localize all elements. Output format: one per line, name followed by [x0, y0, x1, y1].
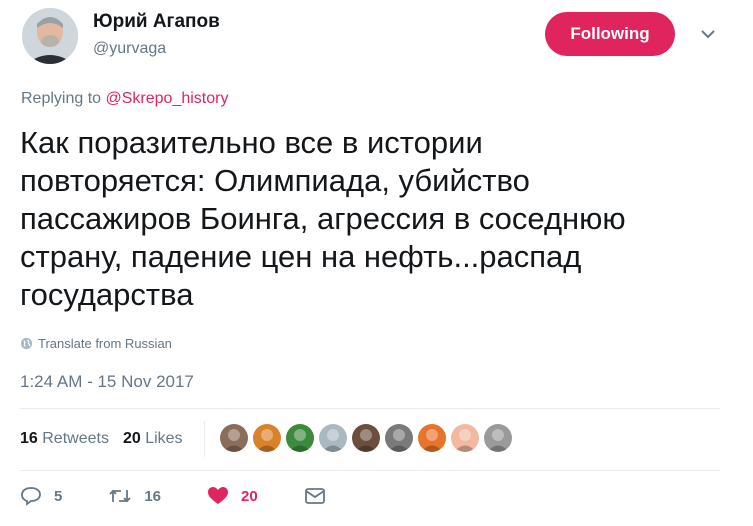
author-handle[interactable]: @yurvaga: [93, 40, 166, 58]
following-button[interactable]: Following: [545, 12, 675, 56]
heart-icon: [208, 487, 229, 504]
likes-stat[interactable]: 20 Likes: [123, 430, 183, 448]
reply-action[interactable]: 5: [20, 486, 62, 506]
tweet-line: страну, падение цен на нефть...распад: [20, 239, 582, 274]
liker-avatar[interactable]: [220, 424, 248, 452]
tweet-line: пассажиров Боинга, агрессия в соседнюю: [20, 201, 626, 236]
direct-message-action[interactable]: [304, 487, 326, 505]
tweet-stats: 16 Retweets 20 Likes: [20, 430, 183, 448]
retweets-stat[interactable]: 16 Retweets: [20, 430, 109, 448]
tweet-line: государства: [20, 277, 194, 312]
liker-avatar[interactable]: [286, 424, 314, 452]
liker-avatar[interactable]: [451, 424, 479, 452]
retweet-action[interactable]: 16: [108, 486, 161, 506]
divider: [20, 470, 720, 471]
retweet-count: 16: [144, 487, 162, 505]
liker-avatar[interactable]: [484, 424, 512, 452]
envelope-icon: [304, 488, 325, 504]
tweet-timestamp[interactable]: 1:24 AM - 15 Nov 2017: [20, 372, 194, 392]
liker-avatar[interactable]: [319, 424, 347, 452]
chevron-down-icon[interactable]: [700, 28, 716, 40]
tweet-actions: 5 16 20: [20, 486, 372, 506]
stats-divider: [204, 421, 205, 457]
tweet-line: Как поразительно все в истории: [20, 125, 483, 160]
like-count: 20: [241, 487, 258, 505]
reply-count: 5: [54, 487, 63, 505]
author-name[interactable]: Юрий Агапов: [93, 11, 220, 33]
likes-label: Likes: [145, 430, 183, 447]
author-avatar[interactable]: [22, 8, 78, 64]
liker-avatar[interactable]: [253, 424, 281, 452]
liker-avatar[interactable]: [385, 424, 413, 452]
divider: [20, 408, 720, 409]
reply-context: Replying to @Skrepo_history: [21, 90, 228, 108]
retweets-count: 16: [20, 430, 38, 447]
tweet-line: повторяется: Олимпиада, убийство: [20, 163, 530, 198]
like-action[interactable]: 20: [207, 486, 258, 506]
reply-icon: [21, 487, 41, 506]
reply-prefix: Replying to: [21, 90, 102, 107]
translate-link[interactable]: Translate from Russian: [20, 336, 172, 351]
retweet-icon: [109, 489, 131, 503]
translate-label: Translate from Russian: [38, 336, 172, 351]
likes-count: 20: [122, 430, 141, 447]
liker-avatar[interactable]: [418, 424, 446, 452]
liker-avatars: [220, 424, 512, 452]
liker-avatar[interactable]: [352, 424, 380, 452]
globe-icon: [20, 337, 33, 350]
reply-mention-link[interactable]: @Skrepo_history: [106, 90, 229, 107]
tweet-text: Как поразительно все в истории повторяет…: [20, 124, 720, 314]
retweets-label: Retweets: [42, 430, 109, 447]
